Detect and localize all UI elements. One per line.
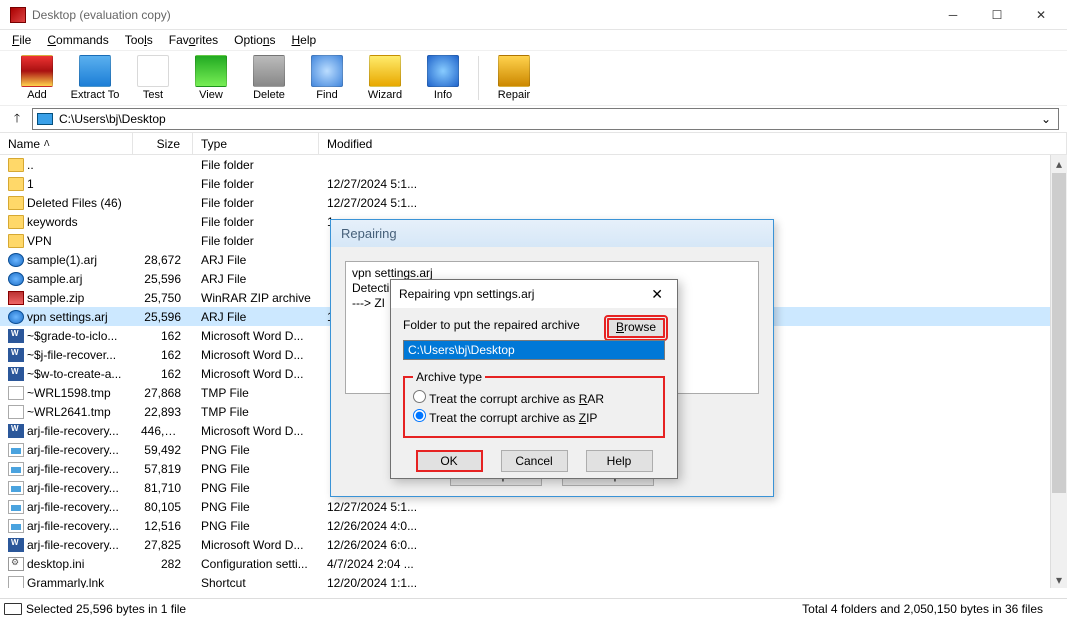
dialog-title: Repairing vpn settings.arj [399, 287, 645, 301]
address-bar: 🡑 C:\Users\bj\Desktop ⌄ [0, 105, 1067, 132]
toolbar-test[interactable]: Test [124, 53, 182, 103]
scroll-thumb[interactable] [1052, 173, 1066, 493]
png-icon [8, 462, 24, 476]
folder-input[interactable] [403, 340, 665, 360]
scrollbar[interactable]: ▴ ▾ [1050, 155, 1067, 588]
repairing-title: Repairing [331, 220, 773, 247]
tmp-icon [8, 386, 24, 400]
disk-icon [37, 113, 53, 125]
toolbar-extract-to[interactable]: Extract To [66, 53, 124, 103]
col-name[interactable]: Nameᐱ [0, 133, 133, 154]
ic-rep-icon [498, 55, 530, 87]
address-text: C:\Users\bj\Desktop [59, 112, 166, 126]
ic-del-icon [253, 55, 285, 87]
word-icon [8, 329, 24, 343]
folder-icon [8, 196, 24, 210]
ic-view-icon [195, 55, 227, 87]
radio-rar[interactable] [413, 390, 426, 403]
toolbar-repair[interactable]: Repair [485, 53, 543, 103]
ic-ext-icon [79, 55, 111, 87]
ok-button[interactable]: OK [416, 450, 483, 472]
scroll-down-icon[interactable]: ▾ [1051, 571, 1067, 588]
folder-icon [8, 177, 24, 191]
radio-zip[interactable] [413, 409, 426, 422]
archive-type-group: Archive type Treat the corrupt archive a… [403, 370, 665, 438]
lnk-icon [8, 576, 24, 589]
minimize-button[interactable]: ─ [931, 1, 975, 29]
chevron-down-icon[interactable]: ⌄ [1038, 112, 1054, 126]
status-right: Total 4 folders and 2,050,150 bytes in 3… [802, 602, 1063, 616]
table-row[interactable]: Grammarly.lnkShortcut12/20/2024 1:1... [0, 573, 1067, 588]
status-bar: Selected 25,596 bytes in 1 file Total 4 … [0, 598, 1067, 618]
word-icon [8, 348, 24, 362]
address-field[interactable]: C:\Users\bj\Desktop ⌄ [32, 108, 1059, 130]
table-row[interactable]: arj-file-recovery...27,825Microsoft Word… [0, 535, 1067, 554]
word-icon [8, 367, 24, 381]
menu-options[interactable]: Options [226, 31, 283, 49]
menu-commands[interactable]: Commands [39, 31, 116, 49]
folder-icon [8, 158, 24, 172]
column-headers: Nameᐱ Size Type Modified [0, 132, 1067, 155]
zip-icon [8, 291, 24, 305]
toolbar: AddExtract ToTestViewDeleteFindWizardInf… [0, 50, 1067, 105]
word-icon [8, 538, 24, 552]
png-icon [8, 519, 24, 533]
word-icon [8, 424, 24, 438]
menu-tools[interactable]: Tools [117, 31, 161, 49]
col-type[interactable]: Type [193, 133, 319, 154]
col-size[interactable]: Size [133, 133, 193, 154]
toolbar-find[interactable]: Find [298, 53, 356, 103]
png-icon [8, 500, 24, 514]
scroll-up-icon[interactable]: ▴ [1051, 155, 1067, 172]
png-icon [8, 481, 24, 495]
ic-test-icon [137, 55, 169, 87]
png-icon [8, 443, 24, 457]
tmp-icon [8, 405, 24, 419]
repair-settings-dialog: Repairing vpn settings.arj ✕ Browse Fold… [390, 279, 678, 479]
menu-help[interactable]: Help [284, 31, 325, 49]
browse-button[interactable]: Browse [607, 318, 665, 338]
arj-icon [8, 272, 24, 286]
ic-find-icon [311, 55, 343, 87]
window-title: Desktop (evaluation copy) [32, 8, 931, 22]
folder-icon [8, 234, 24, 248]
table-row[interactable]: arj-file-recovery...80,105PNG File12/27/… [0, 497, 1067, 516]
toolbar-info[interactable]: Info [414, 53, 472, 103]
table-row[interactable]: 1File folder12/27/2024 5:1... [0, 174, 1067, 193]
archive-type-legend: Archive type [413, 370, 485, 384]
arj-icon [8, 253, 24, 267]
table-row[interactable]: Deleted Files (46)File folder12/27/2024 … [0, 193, 1067, 212]
winrar-icon [10, 7, 26, 23]
up-icon[interactable]: 🡑 [8, 110, 26, 128]
titlebar: Desktop (evaluation copy) ─ ☐ ✕ [0, 0, 1067, 30]
table-row[interactable]: desktop.ini282Configuration setti...4/7/… [0, 554, 1067, 573]
menubar: File Commands Tools Favorites Options He… [0, 30, 1067, 50]
maximize-button[interactable]: ☐ [975, 1, 1019, 29]
ic-info-icon [427, 55, 459, 87]
arj-icon [8, 310, 24, 324]
menu-favorites[interactable]: Favorites [161, 31, 226, 49]
toolbar-add[interactable]: Add [8, 53, 66, 103]
option-rar[interactable]: Treat the corrupt archive as RAR [413, 390, 655, 409]
help-button[interactable]: Help [586, 450, 653, 472]
cancel-button[interactable]: Cancel [501, 450, 568, 472]
option-zip[interactable]: Treat the corrupt archive as ZIP [413, 409, 655, 428]
toolbar-view[interactable]: View [182, 53, 240, 103]
dialog-titlebar: Repairing vpn settings.arj ✕ [391, 280, 677, 308]
ini-icon [8, 557, 24, 571]
table-row[interactable]: arj-file-recovery...12,516PNG File12/26/… [0, 516, 1067, 535]
folder-label: Folder to put the repaired archive [403, 318, 580, 332]
ic-wiz-icon [369, 55, 401, 87]
toolbar-wizard[interactable]: Wizard [356, 53, 414, 103]
menu-file[interactable]: File [4, 31, 39, 49]
col-modified[interactable]: Modified [319, 133, 1067, 154]
ic-add-icon [21, 55, 53, 87]
folder-icon [8, 215, 24, 229]
table-row[interactable]: ..File folder [0, 155, 1067, 174]
status-icon [4, 603, 22, 615]
toolbar-delete[interactable]: Delete [240, 53, 298, 103]
close-button[interactable]: ✕ [1019, 1, 1063, 29]
close-icon[interactable]: ✕ [645, 284, 669, 305]
status-left: Selected 25,596 bytes in 1 file [26, 602, 802, 616]
